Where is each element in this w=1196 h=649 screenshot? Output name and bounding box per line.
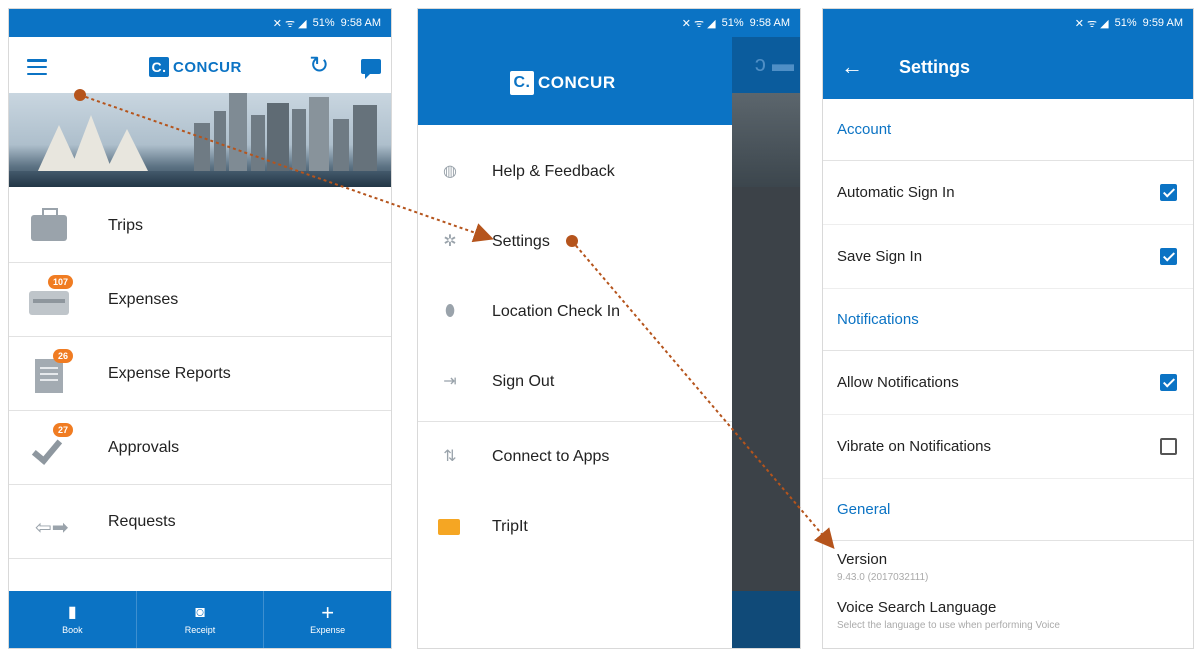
setting-vibrate-notifications[interactable]: Vibrate on Notifications <box>823 415 1193 479</box>
page-title: Settings <box>899 57 971 77</box>
signal-icon: ✕ ᯤ ◢ <box>681 17 716 30</box>
sign-out-icon: ⇥ <box>443 373 457 390</box>
hamburger-menu-icon[interactable] <box>27 59 47 75</box>
save-sign-in-checkbox[interactable] <box>1160 248 1177 265</box>
allow-notifications-checkbox[interactable] <box>1160 374 1177 391</box>
vibrate-notifications-checkbox[interactable] <box>1160 438 1177 455</box>
settings-app-bar: ← Settings <box>823 37 1193 99</box>
book-button[interactable]: ▮ Book <box>9 591 137 648</box>
menu-item-requests[interactable]: ⇦➡ Requests <box>9 485 391 559</box>
setting-allow-notifications[interactable]: Allow Notifications <box>823 351 1193 415</box>
drawer-header: C. CONCUR <box>418 37 732 125</box>
battery-level: 51% <box>721 17 744 29</box>
settings-screen: ✕ ᯤ ◢ 51% 9:59 AM ← Settings Account Aut… <box>822 8 1194 649</box>
battery-level: 51% <box>312 17 335 29</box>
setting-save-sign-in[interactable]: Save Sign In <box>823 225 1193 289</box>
drawer-item-settings[interactable]: ✲ Settings <box>418 207 732 277</box>
version-number: 9.43.0 (2017032111) <box>837 572 929 583</box>
battery-level: 51% <box>1114 17 1137 29</box>
credit-card-icon: 107 <box>27 275 73 317</box>
chat-icon: ↄ ▬ <box>754 51 794 76</box>
plus-icon: + <box>321 599 335 625</box>
gear-icon: ✲ <box>443 233 457 250</box>
expense-button[interactable]: + Expense <box>264 591 391 648</box>
checkmark-icon: 27 <box>27 423 73 465</box>
drawer-item-connect-to-apps[interactable]: ⇅ Connect to Apps <box>418 422 732 492</box>
voice-search-hint: Select the language to use when performi… <box>837 620 1060 631</box>
suitcase-icon <box>27 208 71 243</box>
section-notifications: Notifications <box>823 289 1193 351</box>
bottom-action-bar: ▮ Book ◙ Receipt + Expense <box>9 591 391 648</box>
status-time: 9:59 AM <box>1142 17 1183 29</box>
automatic-sign-in-checkbox[interactable] <box>1160 184 1177 201</box>
chat-icon[interactable] <box>361 59 381 79</box>
main-menu: Trips 107 Expenses 26 Expense Reports 27… <box>9 189 391 559</box>
home-screen: ✕ ᯤ ◢ 51% 9:58 AM C. CONCUR ↻ Trips 107 … <box>8 8 392 649</box>
status-bar: ✕ ᯤ ◢ 51% 9:59 AM <box>823 9 1193 37</box>
section-general: General <box>823 479 1193 541</box>
camera-icon: ◙ <box>195 603 205 621</box>
arrows-icon: ⇦➡ <box>35 517 69 539</box>
setting-voice-search-language[interactable]: Voice Search Language Select the languag… <box>823 589 1193 637</box>
tripit-icon <box>438 519 460 535</box>
drawer-item-location-check-in[interactable]: ⬮ Location Check In <box>418 277 732 347</box>
approvals-count-badge: 27 <box>52 423 73 437</box>
status-time: 9:58 AM <box>340 17 381 29</box>
signal-icon: ✕ ᯤ ◢ <box>1074 17 1109 30</box>
document-icon: 26 <box>27 349 73 393</box>
globe-icon: ◍ <box>443 163 457 180</box>
sydney-skyline-banner <box>9 93 391 187</box>
drawer-item-tripit[interactable]: TripIt <box>418 492 732 562</box>
status-time: 9:58 AM <box>749 17 790 29</box>
menu-item-expenses[interactable]: 107 Expenses <box>9 263 391 337</box>
version-info: Version 9.43.0 (2017032111) <box>823 541 1193 589</box>
navigation-drawer: C. CONCUR ◍ Help & Feedback ✲ Settings ⬮… <box>418 37 732 648</box>
status-bar: ✕ ᯤ ◢ 51% 9:58 AM <box>418 9 800 37</box>
back-arrow-icon[interactable]: ← <box>841 54 863 80</box>
receipt-button[interactable]: ◙ Receipt <box>137 591 265 648</box>
expenses-count-badge: 107 <box>47 275 73 289</box>
signal-icon: ✕ ᯤ ◢ <box>272 17 307 30</box>
menu-item-approvals[interactable]: 27 Approvals <box>9 411 391 485</box>
section-account: Account <box>823 99 1193 161</box>
status-bar: ✕ ᯤ ◢ 51% 9:58 AM <box>9 9 391 37</box>
reports-count-badge: 26 <box>52 349 73 363</box>
menu-item-trips[interactable]: Trips <box>9 189 391 263</box>
suitcase-icon: ▮ <box>67 603 77 621</box>
concur-logo: C. CONCUR <box>149 57 242 77</box>
menu-item-expense-reports[interactable]: 26 Expense Reports <box>9 337 391 411</box>
setting-automatic-sign-in[interactable]: Automatic Sign In <box>823 161 1193 225</box>
navigation-drawer-screen: ✕ ᯤ ◢ 51% 9:58 AM ↄ ▬ C. CONCUR ◍ Help &… <box>417 8 801 649</box>
drawer-item-help-feedback[interactable]: ◍ Help & Feedback <box>418 137 732 207</box>
concur-logo: C. CONCUR <box>510 71 616 95</box>
sync-icon: ⇅ <box>443 448 457 465</box>
drawer-item-sign-out[interactable]: ⇥ Sign Out <box>418 347 732 417</box>
location-pin-icon: ⬮ <box>444 303 456 320</box>
refresh-icon[interactable]: ↻ <box>309 51 329 80</box>
app-bar: C. CONCUR ↻ <box>9 37 391 101</box>
